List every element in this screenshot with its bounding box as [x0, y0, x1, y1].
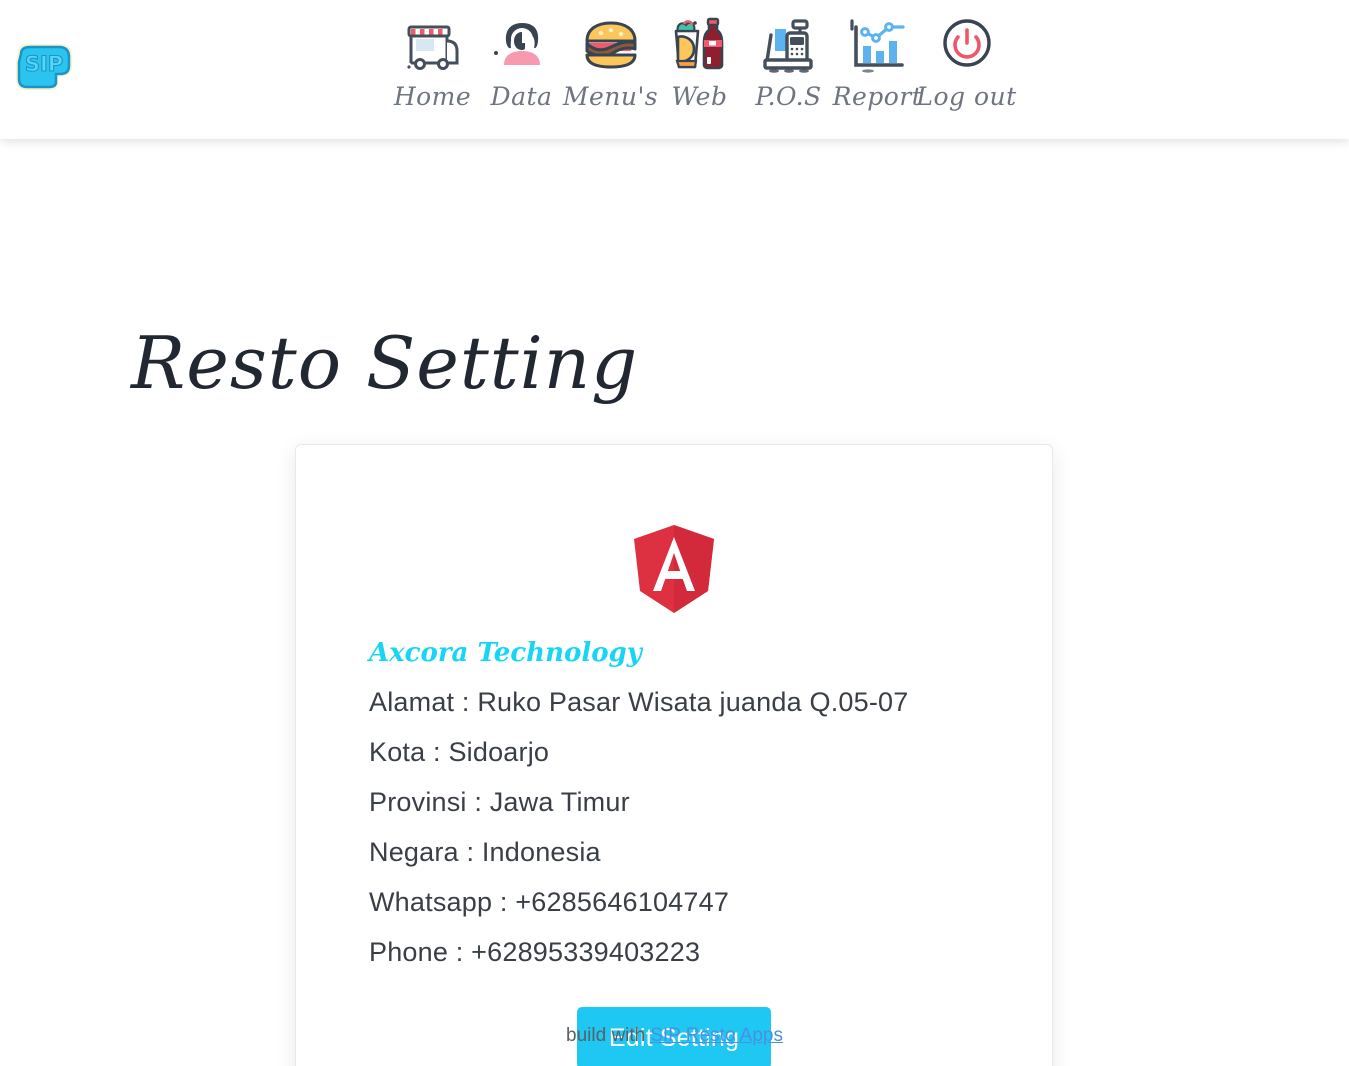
nav-item-report[interactable]: Report [833, 8, 922, 112]
nav-item-logout[interactable]: Log out [916, 8, 1016, 112]
nav-items: Home Data Menu's Web P.O.S Report Log ou… [388, 8, 1016, 112]
power-icon [935, 8, 999, 82]
resto-info-block: Axcora Technology Alamat : Ruko Pasar Wi… [296, 637, 1052, 977]
footer-link-sip-resto-apps[interactable]: SIP Resto Apps [650, 1025, 783, 1047]
info-line-whatsapp: Whatsapp : +6285646104747 [369, 887, 730, 917]
nav-item-data[interactable]: Data [477, 8, 566, 112]
page-title: Resto Setting [131, 321, 639, 405]
nav-label: P.O.S [755, 82, 822, 111]
taco-drink-icon [668, 8, 732, 82]
cash-register-icon [757, 8, 821, 82]
person-avatar-icon [490, 8, 554, 82]
angular-logo-icon [631, 523, 717, 615]
sip-logo-icon: SIP [8, 40, 80, 96]
footer-text: build with [566, 1025, 646, 1046]
brand-logo[interactable]: SIP [8, 40, 80, 96]
nav-item-pos[interactable]: P.O.S [744, 8, 833, 112]
food-truck-icon [401, 8, 465, 82]
nav-label: Log out [916, 82, 1017, 111]
nav-item-menus[interactable]: Menu's [562, 8, 659, 112]
burger-icon [579, 8, 643, 82]
info-line-negara: Negara : Indonesia [369, 837, 601, 867]
nav-item-web[interactable]: Web [655, 8, 744, 112]
info-line-kota: Kota : Sidoarjo [369, 737, 550, 767]
info-line-alamat: Alamat : Ruko Pasar Wisata juanda Q.05-0… [369, 687, 909, 717]
svg-text:SIP: SIP [25, 52, 63, 76]
top-navbar: SIP Home Data Menu's Web P.O.S Report Lo… [0, 0, 1349, 139]
nav-item-home[interactable]: Home [388, 8, 477, 112]
info-line-provinsi: Provinsi : Jawa Timur [369, 787, 630, 817]
nav-label: Data [490, 82, 553, 111]
footer: build with SIP Resto Apps [0, 1006, 1349, 1066]
bar-chart-icon [846, 8, 910, 82]
org-name: Axcora Technology [369, 638, 642, 668]
page-body: Resto Setting Axcora Technology Alamat :… [0, 139, 1349, 1066]
nav-label: Report [832, 82, 923, 111]
nav-label: Home [393, 82, 472, 111]
nav-label: Menu's [562, 82, 659, 111]
resto-setting-card: Axcora Technology Alamat : Ruko Pasar Wi… [295, 444, 1053, 1066]
info-line-phone: Phone : +62895339403223 [369, 937, 701, 967]
nav-label: Web [671, 82, 728, 111]
